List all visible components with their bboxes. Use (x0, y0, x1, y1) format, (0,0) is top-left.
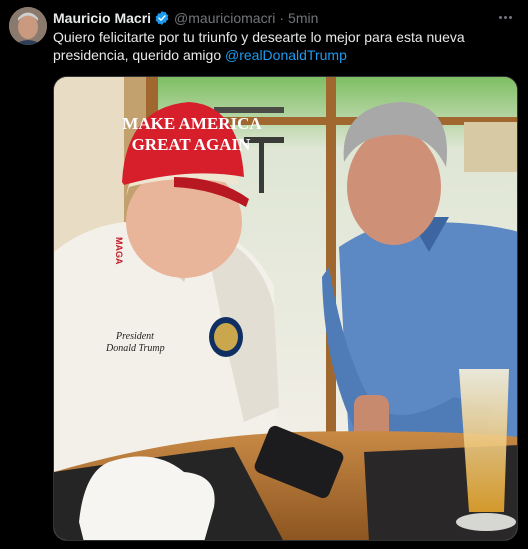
author-display-name[interactable]: Mauricio Macri (53, 10, 151, 26)
tweet-media-photo[interactable]: MAKE AMERICA GREAT AGAIN MAGA President … (53, 76, 518, 541)
mention-link[interactable]: @realDonaldTrump (225, 47, 347, 63)
photo-scene: MAKE AMERICA GREAT AGAIN MAGA President … (54, 77, 517, 540)
tweet-timestamp[interactable]: 5min (288, 10, 318, 26)
verified-badge-icon (155, 11, 169, 25)
tweet[interactable]: Mauricio Macri @mauriciomacri · 5min Qui… (0, 0, 528, 549)
header-separator: · (279, 10, 285, 26)
collar-text: MAGA (114, 237, 124, 265)
shirt-text-line1: President (115, 331, 154, 342)
tweet-header: Mauricio Macri @mauriciomacri · 5min (53, 8, 518, 28)
tweet-text: Quiero felicitarte por tu triunfo y dese… (53, 28, 513, 64)
more-options-icon[interactable] (494, 6, 516, 28)
cap-text-line2: GREAT AGAIN (132, 135, 252, 154)
shirt-text-line2: Donald Trump (105, 343, 165, 354)
author-handle[interactable]: @mauriciomacri (174, 10, 275, 26)
avatar[interactable] (9, 7, 47, 45)
avatar-photo (9, 7, 47, 45)
cap-text-line1: MAKE AMERICA (122, 114, 262, 133)
